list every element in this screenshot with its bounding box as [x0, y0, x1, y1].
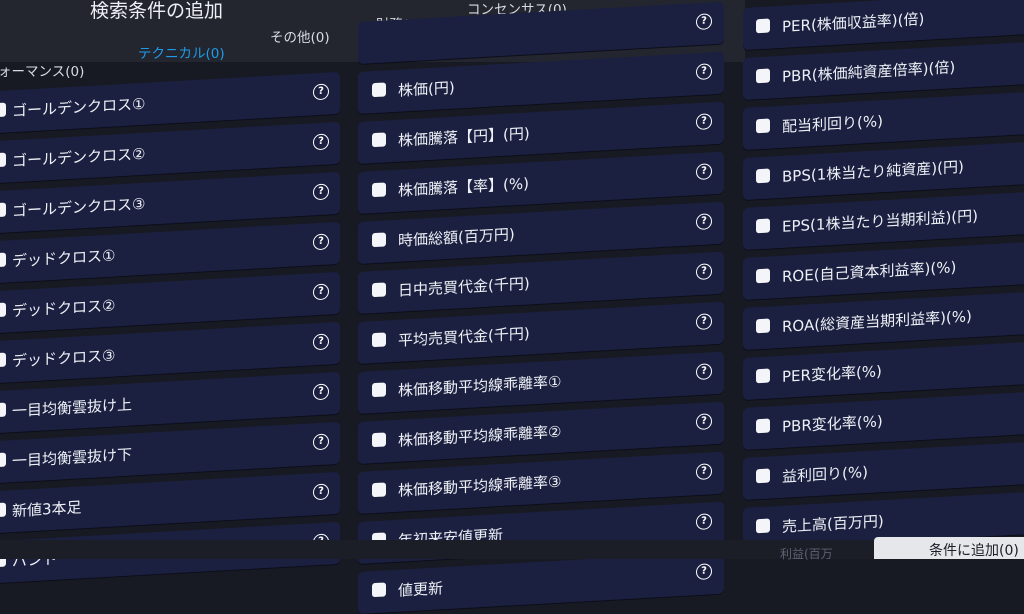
help-icon[interactable]: ? [696, 313, 712, 331]
financial-item-label: PBR(株価純資産倍率)(倍) [782, 58, 956, 86]
financial-item-label: PER(株価収益率)(倍) [782, 9, 925, 36]
financial-item-row[interactable]: PER(株価収益率)(倍) [743, 0, 1024, 51]
technical-item-checkbox[interactable] [0, 152, 6, 168]
financial-item-label: PER変化率(%) [782, 362, 882, 386]
add-condition-button[interactable]: 条件に追加(0) [874, 537, 1024, 559]
financial-item-checkbox[interactable] [756, 118, 770, 134]
financial-item-row[interactable]: EPS(1株当たり当期利益)(円) [743, 191, 1024, 250]
dialog-title: 検索条件の追加 [90, 0, 224, 22]
technical-item-checkbox[interactable] [0, 252, 6, 268]
tab-performance[interactable]: ォーマンス(0) [0, 60, 84, 80]
financial-item-label: 売上高(百万円) [782, 512, 884, 536]
help-icon[interactable]: ? [313, 433, 329, 451]
financial-item-checkbox[interactable] [756, 518, 770, 534]
other-item-label: 値更新 [398, 579, 444, 600]
other-item-checkbox[interactable] [372, 182, 386, 198]
financial-item-checkbox[interactable] [756, 368, 770, 384]
help-icon[interactable]: ? [313, 133, 329, 151]
financial-item-label: PBR変化率(%) [782, 412, 883, 436]
other-item-checkbox[interactable] [372, 582, 386, 598]
other-item-checkbox[interactable] [372, 482, 386, 498]
technical-item-label: ゴールデンクロス① [12, 94, 146, 121]
dialog-footer [0, 540, 1024, 559]
financial-item-row[interactable]: PBR(株価純資産倍率)(倍) [743, 41, 1024, 100]
other-item-checkbox[interactable] [372, 82, 386, 98]
help-icon[interactable]: ? [696, 363, 712, 381]
help-icon[interactable]: ? [696, 113, 712, 131]
help-icon[interactable]: ? [696, 513, 712, 531]
technical-item-checkbox[interactable] [0, 452, 6, 468]
help-icon[interactable]: ? [696, 563, 712, 581]
financial-item-checkbox[interactable] [756, 18, 770, 34]
help-icon[interactable]: ? [696, 163, 712, 181]
help-icon[interactable]: ? [696, 213, 712, 231]
financial-item-label: ROE(自己資本利益率)(%) [782, 258, 957, 286]
tab-other[interactable]: その他(0) [270, 26, 330, 46]
other-item-label: 株価騰落【率】(%) [398, 174, 529, 200]
technical-item-checkbox[interactable] [0, 352, 6, 368]
help-icon[interactable]: ? [313, 483, 329, 501]
other-item-label: 株価移動平均線乖離率① [398, 372, 562, 400]
other-item-label: 株価移動平均線乖離率③ [398, 472, 562, 500]
financial-item-row[interactable]: ROA(総資産当期利益率)(%) [743, 291, 1024, 350]
help-icon[interactable]: ? [313, 183, 329, 201]
technical-item-label: 一目均衡雲抜け上 [12, 395, 133, 421]
financial-item-row[interactable]: 配当利回り(%) [743, 91, 1024, 150]
help-icon[interactable]: ? [696, 463, 712, 481]
financial-item-label: EPS(1株当たり当期利益)(円) [782, 206, 978, 236]
financial-item-label: 配当利回り(%) [782, 112, 883, 136]
other-item-checkbox[interactable] [372, 282, 386, 298]
footer-faint-text: 利益(百万 [780, 547, 833, 561]
technical-item-checkbox[interactable] [0, 402, 6, 418]
financial-item-label: 益利回り(%) [782, 463, 868, 486]
help-icon[interactable]: ? [313, 233, 329, 251]
technical-item-checkbox[interactable] [0, 102, 6, 118]
help-icon[interactable]: ? [696, 13, 712, 31]
technical-item-label: 新値3本足 [12, 498, 82, 521]
technical-item-label: デッドクロス② [12, 296, 116, 321]
other-item-label: 平均売買代金(千円) [398, 324, 530, 350]
financial-item-label: BPS(1株当たり純資産)(円) [782, 157, 964, 186]
help-icon[interactable]: ? [313, 383, 329, 401]
other-item-label: 株価(円) [398, 78, 455, 100]
help-icon[interactable]: ? [313, 283, 329, 301]
other-item-label: 株価騰落【円】(円) [398, 124, 530, 150]
technical-item-checkbox[interactable] [0, 202, 6, 218]
other-item-label: 日中売買代金(千円) [398, 274, 530, 300]
technical-item-label: 一目均衡雲抜け下 [12, 445, 133, 471]
other-item-label: 株価移動平均線乖離率② [398, 422, 562, 450]
financial-item-checkbox[interactable] [756, 418, 770, 434]
other-item-label: 時価総額(百万円) [398, 225, 515, 250]
financial-item-checkbox[interactable] [756, 218, 770, 234]
help-icon[interactable]: ? [313, 333, 329, 351]
financial-item-row[interactable]: ROE(自己資本利益率)(%) [743, 241, 1024, 300]
financial-item-checkbox[interactable] [756, 318, 770, 334]
financial-item-row[interactable]: PER変化率(%) [743, 341, 1024, 400]
financial-item-checkbox[interactable] [756, 168, 770, 184]
financial-item-label: ROA(総資産当期利益率)(%) [782, 307, 972, 336]
technical-item-label: デッドクロス③ [12, 346, 116, 371]
help-icon[interactable]: ? [696, 413, 712, 431]
other-item-checkbox[interactable] [372, 232, 386, 248]
financial-item-checkbox[interactable] [756, 468, 770, 484]
financial-item-checkbox[interactable] [756, 68, 770, 84]
other-item-checkbox[interactable] [372, 132, 386, 148]
help-icon[interactable]: ? [696, 63, 712, 81]
technical-item-label: ゴールデンクロス② [12, 144, 146, 171]
technical-item-checkbox[interactable] [0, 502, 6, 518]
other-item-checkbox[interactable] [372, 332, 386, 348]
other-item-checkbox[interactable] [372, 382, 386, 398]
technical-item-checkbox[interactable] [0, 302, 6, 318]
tab-technical[interactable]: テクニカル(0) [138, 42, 225, 62]
financial-item-row[interactable]: PBR変化率(%) [743, 391, 1024, 450]
technical-item-label: デッドクロス① [12, 246, 116, 271]
help-icon[interactable]: ? [313, 83, 329, 101]
technical-item-label: ゴールデンクロス③ [12, 194, 146, 221]
other-item-checkbox[interactable] [372, 432, 386, 448]
financial-item-checkbox[interactable] [756, 268, 770, 284]
financial-item-row[interactable]: 益利回り(%) [743, 441, 1024, 500]
financial-item-row[interactable]: BPS(1株当たり純資産)(円) [743, 141, 1024, 200]
help-icon[interactable]: ? [696, 263, 712, 281]
